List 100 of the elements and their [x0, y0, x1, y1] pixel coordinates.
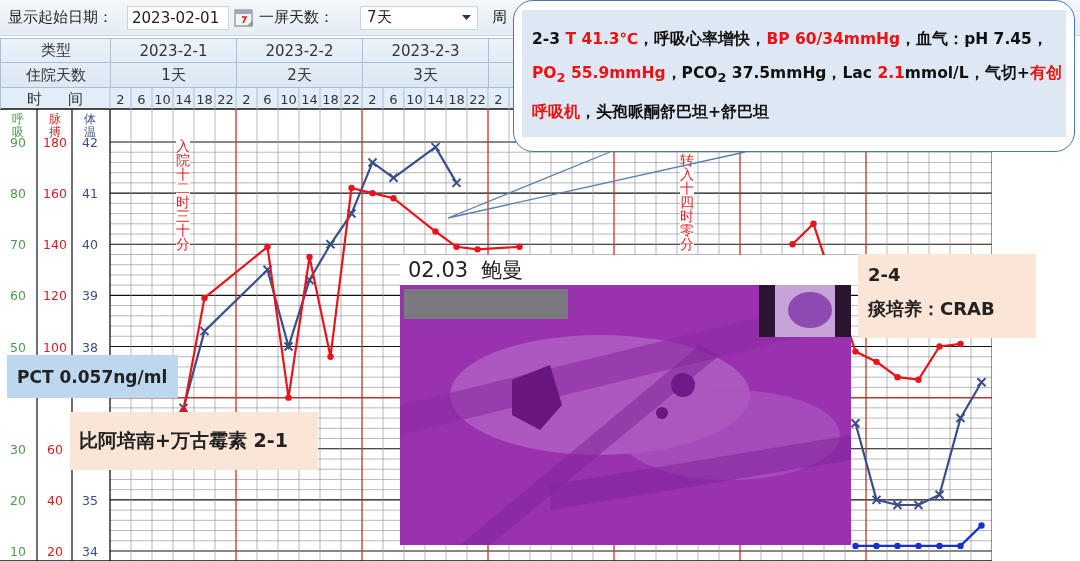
point: [367, 157, 378, 168]
note-label: 比阿培南+万古霉素 2-1: [70, 412, 318, 470]
axis-tick: 35: [82, 492, 98, 508]
point: [976, 377, 987, 388]
days-dropdown[interactable]: 7天: [360, 5, 478, 30]
point: [285, 394, 292, 401]
date-field[interactable]: 2023-02-01: [127, 5, 229, 30]
axis-tick: 14: [301, 91, 318, 107]
point: [915, 376, 922, 383]
axis-tick: 100: [43, 339, 67, 355]
axis-tick: 14: [427, 91, 444, 107]
axis-tick: 160: [43, 186, 67, 202]
date-header: 2023-2-1: [139, 41, 208, 60]
point: [892, 499, 903, 510]
note-label: PCT 0.057ng/ml: [7, 355, 178, 398]
point: [894, 373, 901, 381]
row-header: 时 间: [26, 90, 84, 108]
axis-tick: 10: [280, 91, 297, 107]
point: [201, 294, 208, 302]
axis-tick: 6: [137, 91, 146, 107]
point: [850, 418, 861, 429]
axis-tick: 10: [406, 91, 423, 107]
axis-title: 呼吸: [12, 112, 24, 139]
point: [325, 239, 336, 250]
point: [913, 499, 924, 510]
field-label: 显示起始日期：: [8, 8, 113, 27]
point: [348, 184, 355, 192]
point: [346, 208, 357, 219]
point: [871, 494, 882, 505]
stay-day: 1天: [161, 65, 186, 85]
axis-tick: 140: [43, 237, 67, 253]
axis-tick: 2: [116, 91, 125, 107]
axis-tick: 38: [82, 339, 98, 355]
row-header: 类型: [40, 41, 71, 60]
axis-tick: 30: [10, 441, 26, 457]
point: [516, 243, 523, 251]
axis-tick: 70: [10, 237, 26, 253]
point: [327, 353, 334, 360]
point: [451, 177, 462, 188]
axis-tick: 18: [196, 91, 213, 107]
axis-tick: 2: [368, 91, 377, 107]
point: [957, 340, 964, 348]
point: [304, 275, 315, 286]
point: [934, 489, 945, 500]
note-text: 痰培养：CRAB: [868, 297, 996, 321]
axis-tick: 10: [10, 544, 26, 559]
point: [852, 348, 859, 355]
point: [936, 343, 943, 350]
axis-tick: 34: [82, 544, 98, 559]
axis-tick: 40: [47, 492, 63, 508]
axis-tick: 40: [82, 237, 98, 253]
axis-tick: 60: [10, 288, 26, 304]
row-header: 住院天数: [25, 65, 86, 85]
point: [306, 253, 313, 261]
axis-tick: 20: [47, 544, 63, 559]
axis-tick: 22: [469, 91, 486, 107]
axis-tick: 18: [322, 91, 339, 107]
point: [474, 246, 481, 253]
axis-tick: 20: [10, 492, 26, 508]
axis-tick: 120: [43, 288, 67, 304]
point: [390, 195, 397, 202]
point: [262, 264, 273, 275]
date-header: 2023-2-2: [265, 41, 334, 60]
axis-tick: 39: [82, 288, 98, 304]
chart-annotation: 入院十二时三十分: [176, 139, 190, 251]
axis-tick: 41: [82, 186, 98, 202]
point: [810, 220, 817, 227]
axis-tick: 22: [343, 91, 360, 107]
image-caption: 02.03 鲍曼: [400, 255, 860, 285]
axis-tick: 22: [217, 91, 234, 107]
axis-title: 体温: [84, 112, 96, 139]
point: [178, 402, 189, 413]
axis-tick: 50: [10, 339, 26, 355]
axis-tick: 18: [448, 91, 465, 107]
point: [283, 341, 294, 352]
point: [199, 326, 210, 337]
point: [955, 413, 966, 424]
point: [369, 189, 376, 197]
point: [388, 172, 399, 183]
point: [430, 142, 441, 153]
field-label: 一屏天数：: [259, 8, 334, 27]
point: [789, 241, 796, 248]
axis-tick: 6: [263, 91, 272, 107]
point: [873, 358, 880, 366]
note-date: 2-4: [868, 264, 902, 285]
point: [432, 228, 439, 235]
axis-tick: 6: [389, 91, 398, 107]
point: [264, 243, 271, 251]
stay-day: 2天: [287, 65, 312, 85]
date-header: 2023-2-3: [391, 41, 460, 60]
axis-tick: 80: [10, 186, 26, 202]
callout-text: 2-3 T 41.3℃，呼吸心率增快，BP 60/34mmHg，血气：pH 7.45， PO$_{2}$ 55.9mmHg，PCO$_{2}$ 37.5mmHg，Lac 2.1mmol/L，气切+有创呼吸机，头孢哌酮舒巴坦+舒巴坦: [532, 29, 1063, 124]
axis-tick: 60: [47, 441, 63, 457]
stay-day: 3天: [413, 65, 438, 85]
axis-tick: 14: [175, 91, 192, 107]
axis-tick: 2: [242, 91, 251, 107]
axis-tick: 2: [494, 91, 503, 107]
point: [453, 243, 460, 251]
axis-tick: 10: [154, 91, 171, 107]
field-label: 周: [492, 8, 507, 27]
